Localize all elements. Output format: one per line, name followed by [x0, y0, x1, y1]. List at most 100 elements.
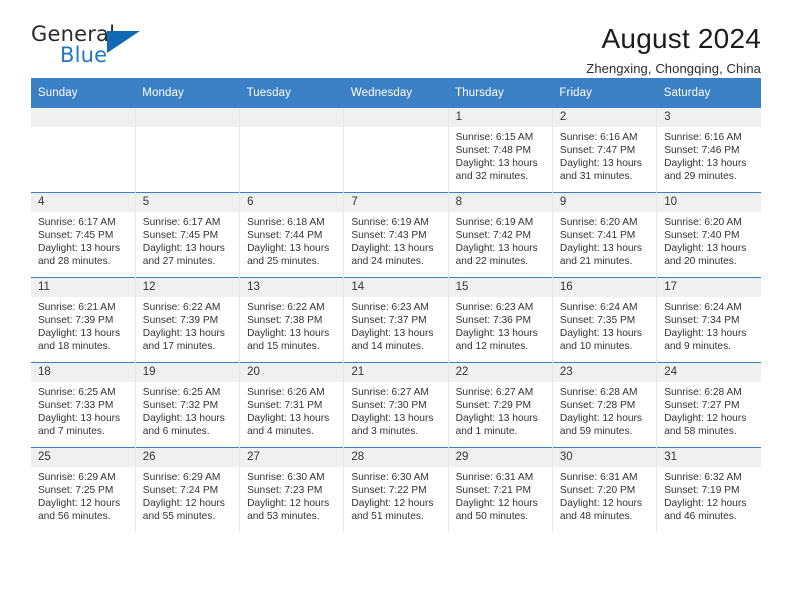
day-number: 27	[240, 448, 344, 467]
day-details: Sunrise: 6:23 AM Sunset: 7:36 PM Daylight:…	[449, 297, 552, 353]
sunrise-time: Sunrise: 6:27 AM	[351, 387, 429, 398]
sunrise-sunset-calendar: Sunday Monday Tuesday Wednesday Thursday…	[31, 78, 761, 532]
day-details: Sunrise: 6:25 AM Sunset: 7:32 PM Daylight:…	[136, 382, 239, 438]
calendar-day-cell[interactable]: 15 Sunrise: 6:23 AM Sunset: 7:36 PM Dayligh…	[447, 277, 553, 363]
daylight-duration: Daylight: 13 hours and 6 minutes.	[142, 413, 225, 438]
calendar-empty-cell	[134, 107, 240, 193]
sunset-time: Sunset: 7:31 PM	[247, 400, 323, 412]
calendar-day-cell[interactable]: 29 Sunrise: 6:31 AM Sunset: 7:21 PM Dayligh…	[447, 447, 553, 532]
day-number: 9	[552, 193, 657, 212]
calendar-day-cell[interactable]: 26 Sunrise: 6:29 AM Sunset: 7:24 PM Dayligh…	[134, 447, 240, 532]
day-number: 24	[657, 363, 761, 382]
day-number: 14	[344, 278, 448, 297]
sunset-time: Sunset: 7:40 PM	[664, 230, 740, 242]
calendar-day-cell[interactable]: 5 Sunrise: 6:17 AM Sunset: 7:45 PM Daylight…	[134, 192, 240, 278]
calendar-day-cell[interactable]: 27 Sunrise: 6:30 AM Sunset: 7:23 PM Dayligh…	[239, 447, 344, 532]
day-details: Sunrise: 6:21 AM Sunset: 7:39 PM Daylight:…	[31, 297, 135, 353]
weekday-header-saturday: Saturday	[656, 78, 761, 108]
calendar-day-cell[interactable]: 30 Sunrise: 6:31 AM Sunset: 7:20 PM Dayligh…	[551, 447, 657, 532]
sunrise-time: Sunrise: 6:18 AM	[247, 217, 325, 228]
calendar-day-cell[interactable]: 9 Sunrise: 6:20 AM Sunset: 7:41 PM Daylight…	[551, 192, 657, 278]
day-number: 8	[448, 193, 552, 212]
general-blue-logo[interactable]: General Blue	[31, 22, 181, 72]
calendar-day-cell[interactable]: 11 Sunrise: 6:21 AM Sunset: 7:39 PM Dayligh…	[31, 277, 136, 363]
sunset-time: Sunset: 7:44 PM	[247, 230, 323, 242]
day-number	[344, 108, 448, 127]
calendar-day-cell[interactable]: 16 Sunrise: 6:24 AM Sunset: 7:35 PM Dayligh…	[551, 277, 657, 363]
sunrise-time: Sunrise: 6:26 AM	[247, 387, 325, 398]
daylight-duration: Daylight: 12 hours and 53 minutes.	[247, 498, 330, 523]
calendar-day-cell[interactable]: 13 Sunrise: 6:22 AM Sunset: 7:38 PM Dayligh…	[239, 277, 344, 363]
daylight-duration: Daylight: 13 hours and 12 minutes.	[455, 328, 538, 353]
calendar-day-cell[interactable]: 7 Sunrise: 6:19 AM Sunset: 7:43 PM Daylight…	[343, 192, 449, 278]
day-number: 7	[344, 193, 448, 212]
daylight-duration: Daylight: 12 hours and 50 minutes.	[455, 498, 538, 523]
calendar-day-cell[interactable]: 1 Sunrise: 6:15 AM Sunset: 7:48 PM Daylight…	[447, 107, 553, 193]
day-details: Sunrise: 6:16 AM Sunset: 7:47 PM Daylight:…	[553, 127, 656, 183]
calendar-day-cell[interactable]: 28 Sunrise: 6:30 AM Sunset: 7:22 PM Dayligh…	[343, 447, 449, 532]
daylight-duration: Daylight: 13 hours and 25 minutes.	[247, 243, 330, 268]
calendar-day-cell[interactable]: 22 Sunrise: 6:27 AM Sunset: 7:29 PM Dayligh…	[447, 362, 553, 448]
sunrise-time: Sunrise: 6:19 AM	[455, 217, 534, 228]
calendar-day-cell[interactable]: 12 Sunrise: 6:22 AM Sunset: 7:39 PM Dayligh…	[134, 277, 240, 363]
calendar-week-row: 4 Sunrise: 6:17 AM Sunset: 7:45 PM Daylight…	[31, 192, 761, 278]
calendar-day-cell[interactable]: 24 Sunrise: 6:28 AM Sunset: 7:27 PM Dayligh…	[656, 362, 761, 448]
calendar-day-cell[interactable]: 10 Sunrise: 6:20 AM Sunset: 7:40 PM Dayligh…	[656, 192, 761, 278]
sunrise-time: Sunrise: 6:17 AM	[38, 217, 116, 228]
day-number: 17	[657, 278, 761, 297]
day-details: Sunrise: 6:27 AM Sunset: 7:30 PM Daylight:…	[344, 382, 447, 438]
calendar-day-cell[interactable]: 23 Sunrise: 6:28 AM Sunset: 7:28 PM Dayligh…	[551, 362, 657, 448]
daylight-duration: Daylight: 12 hours and 46 minutes.	[664, 498, 747, 523]
weekday-header-wednesday: Wednesday	[343, 78, 449, 108]
day-number: 18	[31, 363, 135, 382]
daylight-duration: Daylight: 13 hours and 15 minutes.	[247, 328, 330, 353]
day-details: Sunrise: 6:20 AM Sunset: 7:40 PM Daylight:…	[657, 212, 761, 268]
calendar-day-cell[interactable]: 18 Sunrise: 6:25 AM Sunset: 7:33 PM Dayligh…	[31, 362, 136, 448]
day-number: 25	[31, 448, 135, 467]
weekday-header-tuesday: Tuesday	[239, 78, 344, 108]
daylight-duration: Daylight: 12 hours and 59 minutes.	[559, 413, 643, 438]
calendar-page: General Blue August 2024 Zhengxing, Chon…	[0, 0, 792, 612]
daylight-duration: Daylight: 13 hours and 21 minutes.	[559, 243, 643, 268]
calendar-day-cell[interactable]: 14 Sunrise: 6:23 AM Sunset: 7:37 PM Dayligh…	[343, 277, 449, 363]
sunrise-time: Sunrise: 6:24 AM	[559, 302, 638, 313]
calendar-day-cell[interactable]: 4 Sunrise: 6:17 AM Sunset: 7:45 PM Daylight…	[31, 192, 136, 278]
sunset-time: Sunset: 7:32 PM	[142, 400, 219, 412]
calendar-day-cell[interactable]: 17 Sunrise: 6:24 AM Sunset: 7:34 PM Dayligh…	[656, 277, 761, 363]
sunset-time: Sunset: 7:21 PM	[455, 485, 531, 497]
day-details: Sunrise: 6:31 AM Sunset: 7:20 PM Daylight:…	[553, 467, 656, 523]
daylight-duration: Daylight: 12 hours and 55 minutes.	[142, 498, 225, 523]
sunrise-time: Sunrise: 6:17 AM	[142, 217, 221, 228]
sunrise-time: Sunrise: 6:16 AM	[664, 132, 742, 143]
day-number: 19	[135, 363, 240, 382]
calendar-day-cell[interactable]: 25 Sunrise: 6:29 AM Sunset: 7:25 PM Dayligh…	[31, 447, 136, 532]
sunset-time: Sunset: 7:45 PM	[38, 230, 114, 242]
calendar-day-cell[interactable]: 8 Sunrise: 6:19 AM Sunset: 7:42 PM Daylight…	[447, 192, 553, 278]
sunrise-time: Sunrise: 6:23 AM	[455, 302, 534, 313]
sunset-time: Sunset: 7:20 PM	[559, 485, 636, 497]
day-details: Sunrise: 6:30 AM Sunset: 7:22 PM Daylight:…	[344, 467, 447, 523]
day-details: Sunrise: 6:31 AM Sunset: 7:21 PM Daylight:…	[449, 467, 552, 523]
sunset-time: Sunset: 7:23 PM	[247, 485, 323, 497]
calendar-day-cell[interactable]: 6 Sunrise: 6:18 AM Sunset: 7:44 PM Daylight…	[239, 192, 344, 278]
sunset-time: Sunset: 7:48 PM	[455, 145, 531, 157]
calendar-day-cell[interactable]: 21 Sunrise: 6:27 AM Sunset: 7:30 PM Dayligh…	[343, 362, 449, 448]
day-details: Sunrise: 6:18 AM Sunset: 7:44 PM Daylight:…	[240, 212, 343, 268]
day-number: 28	[344, 448, 448, 467]
calendar-day-cell[interactable]: 2 Sunrise: 6:16 AM Sunset: 7:47 PM Daylight…	[551, 107, 657, 193]
sunset-time: Sunset: 7:22 PM	[351, 485, 427, 497]
day-number: 29	[448, 448, 552, 467]
weekday-header-thursday: Thursday	[448, 78, 553, 108]
calendar-day-cell[interactable]: 19 Sunrise: 6:25 AM Sunset: 7:32 PM Dayligh…	[134, 362, 240, 448]
daylight-duration: Daylight: 13 hours and 10 minutes.	[559, 328, 643, 353]
calendar-day-cell[interactable]: 3 Sunrise: 6:16 AM Sunset: 7:46 PM Daylight…	[656, 107, 761, 193]
logo-triangle-icon	[107, 31, 140, 53]
day-details: Sunrise: 6:16 AM Sunset: 7:46 PM Daylight:…	[657, 127, 761, 183]
day-number: 3	[657, 108, 761, 127]
calendar-day-cell[interactable]: 20 Sunrise: 6:26 AM Sunset: 7:31 PM Dayligh…	[239, 362, 344, 448]
sunrise-time: Sunrise: 6:25 AM	[142, 387, 221, 398]
day-number: 30	[552, 448, 657, 467]
day-number: 15	[448, 278, 552, 297]
sunset-time: Sunset: 7:34 PM	[664, 315, 740, 327]
calendar-day-cell[interactable]: 31 Sunrise: 6:32 AM Sunset: 7:19 PM Dayligh…	[656, 447, 761, 532]
